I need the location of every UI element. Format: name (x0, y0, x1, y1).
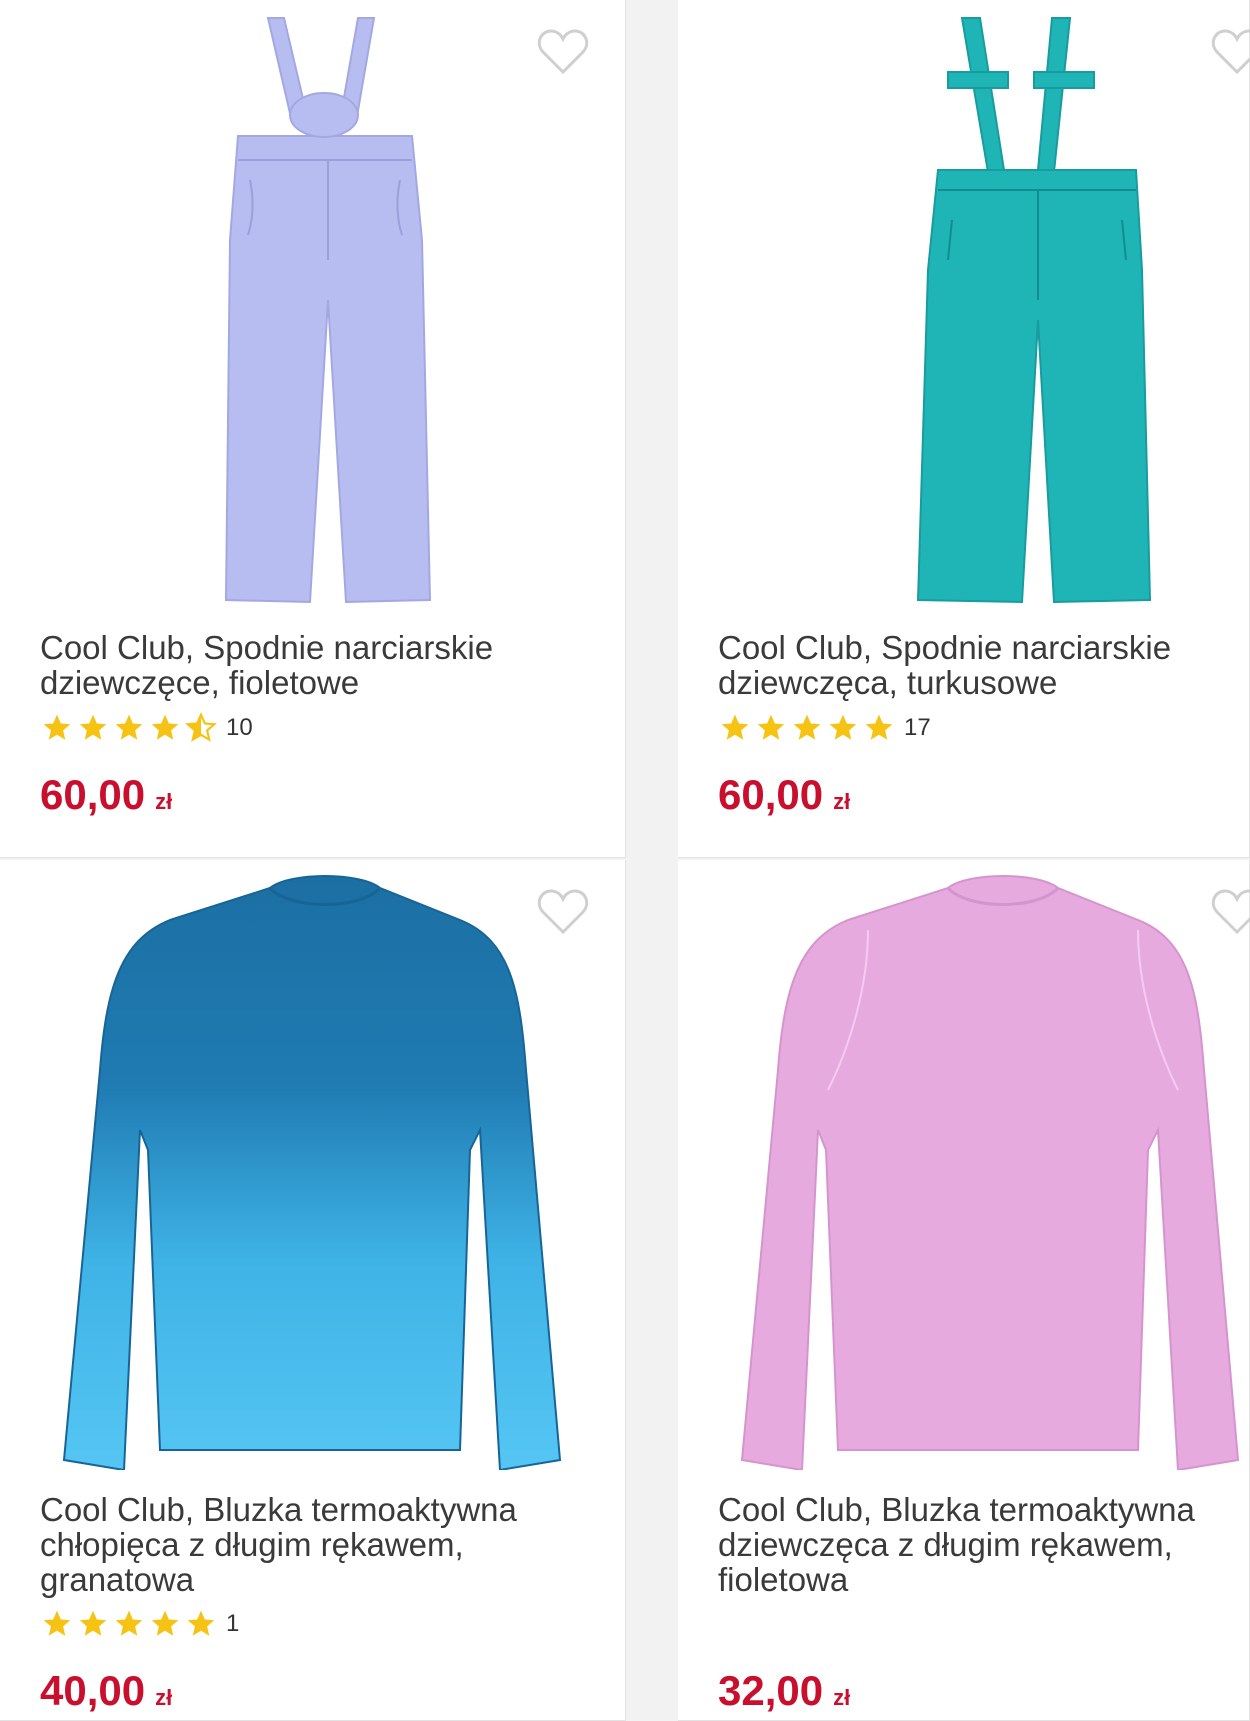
star-icon (151, 714, 179, 740)
product-title[interactable]: Cool Club, Bluzka termoaktywna dziewczęc… (718, 1492, 1250, 1597)
star-icon (151, 1610, 179, 1636)
product-card[interactable]: Cool Club, Bluzka termoaktywna chłopięca… (0, 860, 626, 1721)
product-price: 32,00 zł (718, 1668, 850, 1721)
star-icon (187, 1610, 215, 1636)
star-icon (757, 714, 785, 740)
price-currency: zł (833, 789, 851, 814)
price-value: 32,00 (718, 1667, 824, 1714)
rating-stars: 1 (40, 1608, 239, 1640)
rating-count: 1 (226, 1610, 240, 1637)
favorite-heart-icon[interactable] (537, 28, 589, 76)
product-title[interactable]: Cool Club, Spodnie narciarskie dziewczęc… (718, 630, 1250, 700)
star-icon (721, 714, 749, 740)
product-price: 60,00 zł (40, 772, 172, 825)
price-value: 60,00 (40, 771, 146, 818)
favorite-heart-icon[interactable] (537, 888, 589, 936)
price-currency: zł (833, 1685, 851, 1710)
price-currency: zł (155, 789, 173, 814)
product-price: 40,00 zł (40, 1668, 172, 1721)
price-value: 60,00 (718, 771, 824, 818)
star-icon (43, 714, 71, 740)
rating-count: 17 (904, 714, 931, 741)
product-title[interactable]: Cool Club, Bluzka termoaktywna chłopięca… (40, 1492, 580, 1597)
rating-stars: 10 (40, 712, 253, 744)
star-icon (793, 714, 821, 740)
rating-count: 10 (226, 714, 253, 741)
star-icon (115, 1610, 143, 1636)
price-currency: zł (155, 1685, 173, 1710)
star-icon (43, 1610, 71, 1636)
star-icon (79, 714, 107, 740)
product-image[interactable] (718, 10, 1250, 610)
rating-stars: 17 (718, 712, 931, 744)
product-card[interactable]: Cool Club, Bluzka termoaktywna dziewczęc… (678, 860, 1250, 1721)
star-icon (829, 714, 857, 740)
product-card[interactable]: Cool Club, Spodnie narciarskie dziewczęc… (678, 0, 1250, 858)
favorite-heart-icon[interactable] (1211, 888, 1250, 936)
star-icon (79, 1610, 107, 1636)
price-value: 40,00 (40, 1667, 146, 1714)
star-icon (865, 714, 893, 740)
product-title[interactable]: Cool Club, Spodnie narciarskie dziewczęc… (40, 630, 580, 700)
product-price: 60,00 zł (718, 772, 850, 825)
star-half-icon (185, 712, 217, 742)
product-image[interactable] (40, 10, 610, 610)
favorite-heart-icon[interactable] (1211, 28, 1250, 76)
product-image[interactable] (718, 870, 1250, 1470)
star-icon (115, 714, 143, 740)
product-image[interactable] (40, 870, 610, 1470)
product-card[interactable]: Cool Club, Spodnie narciarskie dziewczęc… (0, 0, 626, 858)
